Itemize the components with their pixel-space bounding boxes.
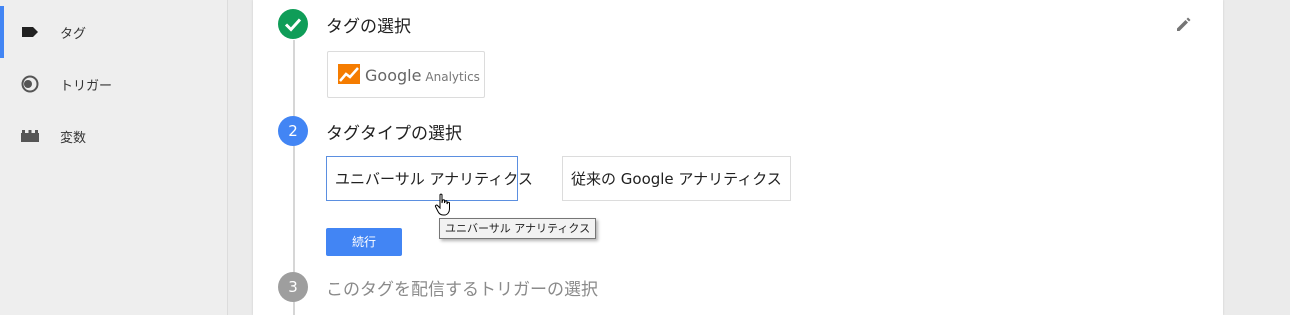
checkmark-icon [284, 18, 302, 32]
tag-type-classic-analytics[interactable]: 従来の Google アナリティクス [562, 156, 791, 201]
sidebar-item-label: トリガー [60, 78, 113, 94]
edit-pencil-icon[interactable] [1175, 15, 1193, 33]
sidebar: タグ トリガー 変数 [0, 0, 228, 315]
sidebar-item-label: 変数 [60, 130, 87, 146]
tooltip: ユニバーサル アナリティクス [439, 218, 597, 239]
tag-type-universal-analytics[interactable]: ユニバーサル アナリティクス [326, 156, 533, 201]
sidebar-item-triggers[interactable]: トリガー [0, 58, 227, 110]
sidebar-item-label: タグ [60, 26, 87, 42]
step-1-title: タグの選択 [326, 17, 411, 37]
step-3-title: このタグを配信するトリガーの選択 [326, 280, 598, 300]
step-2-title: タグタイプの選択 [326, 124, 462, 144]
step-2-number-badge: 2 [278, 116, 308, 146]
variables-icon [21, 130, 39, 142]
hand-cursor-icon [434, 193, 450, 216]
trigger-icon [21, 75, 39, 93]
sidebar-item-tags[interactable]: タグ [0, 6, 227, 58]
product-name: Google Analytics [365, 66, 480, 85]
continue-button[interactable]: 続行 [326, 228, 402, 256]
google-analytics-logo-card: Google Analytics [327, 51, 485, 98]
step-1-complete-badge [278, 9, 308, 39]
google-analytics-logo-icon [338, 64, 360, 84]
sidebar-item-variables[interactable]: 変数 [0, 110, 227, 162]
step-3-number-badge: 3 [278, 272, 308, 302]
tag-icon [22, 27, 38, 37]
